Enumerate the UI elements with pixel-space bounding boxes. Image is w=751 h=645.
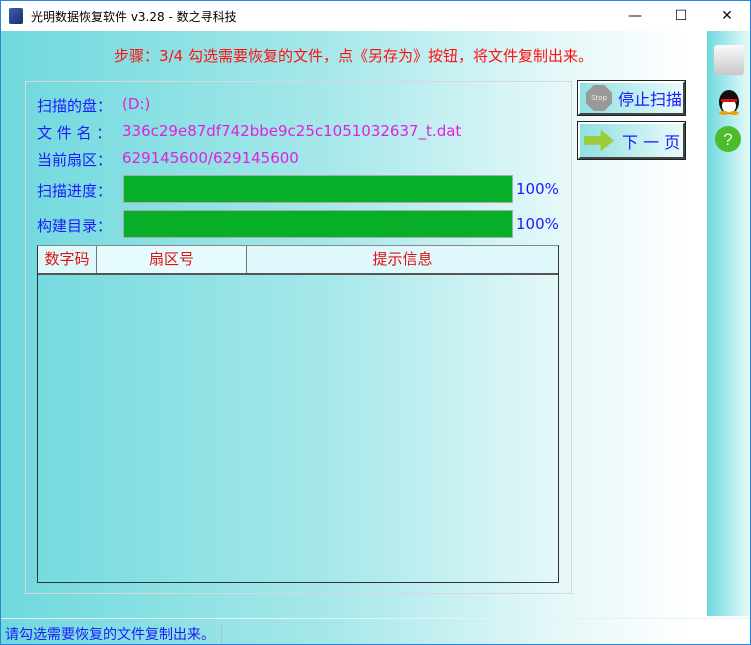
right-toolbar: ? bbox=[707, 31, 750, 616]
build-dir-fill bbox=[124, 211, 512, 237]
step-instruction: 步骤：3/4 勾选需要恢复的文件，点《另存为》按钮，将文件复制出来。 bbox=[114, 47, 593, 65]
svg-text:?: ? bbox=[723, 130, 732, 149]
build-dir-bar bbox=[123, 210, 513, 238]
next-page-label: 下 一 页 bbox=[622, 132, 681, 152]
stop-scan-label: 停止扫描 bbox=[618, 90, 683, 109]
file-value: 336c29e87df742bbe9c25c1051032637_t.dat bbox=[122, 122, 462, 140]
maximize-button[interactable]: ☐ bbox=[658, 1, 704, 31]
help-icon[interactable]: ? bbox=[714, 125, 744, 155]
next-page-button[interactable]: 下 一 页 bbox=[577, 121, 686, 160]
sector-value: 629145600/629145600 bbox=[122, 149, 299, 167]
main-window: 光明数据恢复软件 v3.28 - 数之寻科技 — ☐ ✕ 步骤：3/4 勾选需要… bbox=[0, 0, 751, 645]
close-button[interactable]: ✕ bbox=[704, 1, 750, 31]
scan-progress-bar bbox=[123, 175, 513, 203]
settings-icon[interactable] bbox=[714, 45, 744, 75]
file-label: 文 件 名 ： bbox=[37, 124, 112, 142]
table-header: 数字码 扇区号 提示信息 bbox=[38, 246, 558, 275]
scan-progress-label: 扫描进度： bbox=[37, 182, 113, 200]
build-dir-label: 构建目录： bbox=[37, 217, 113, 235]
column-header-code[interactable]: 数字码 bbox=[38, 246, 97, 273]
stop-scan-button[interactable]: Stop 停止扫描 bbox=[577, 80, 686, 116]
status-text: 请勾选需要恢复的文件复制出来。 bbox=[5, 624, 222, 644]
window-title: 光明数据恢复软件 v3.28 - 数之寻科技 bbox=[31, 10, 237, 24]
column-header-sector[interactable]: 扇区号 bbox=[97, 246, 247, 273]
minimize-button[interactable]: — bbox=[612, 1, 658, 31]
build-dir-text: 100% bbox=[516, 215, 559, 233]
disk-label: 扫描的盘： bbox=[37, 97, 113, 115]
status-bar: 请勾选需要恢复的文件复制出来。 bbox=[1, 618, 750, 644]
sector-label: 当前扇区： bbox=[37, 151, 113, 169]
app-icon bbox=[9, 8, 23, 24]
disk-value: (D:) bbox=[122, 95, 151, 113]
title-bar: 光明数据恢复软件 v3.28 - 数之寻科技 — ☐ ✕ bbox=[1, 1, 750, 31]
arrow-right-icon bbox=[584, 129, 614, 152]
column-header-info[interactable]: 提示信息 bbox=[247, 246, 558, 273]
scan-progress-text: 100% bbox=[516, 180, 559, 198]
scan-progress-fill bbox=[124, 176, 512, 202]
table-body[interactable] bbox=[38, 275, 558, 582]
stop-icon: Stop bbox=[586, 85, 612, 111]
file-table[interactable]: 数字码 扇区号 提示信息 bbox=[37, 245, 559, 583]
scan-panel: 扫描的盘： (D:) 文 件 名 ： 336c29e87df742bbe9c25… bbox=[25, 81, 572, 594]
client-area: 步骤：3/4 勾选需要恢复的文件，点《另存为》按钮，将文件复制出来。 扫描的盘：… bbox=[1, 31, 750, 644]
qq-icon[interactable] bbox=[714, 85, 744, 115]
